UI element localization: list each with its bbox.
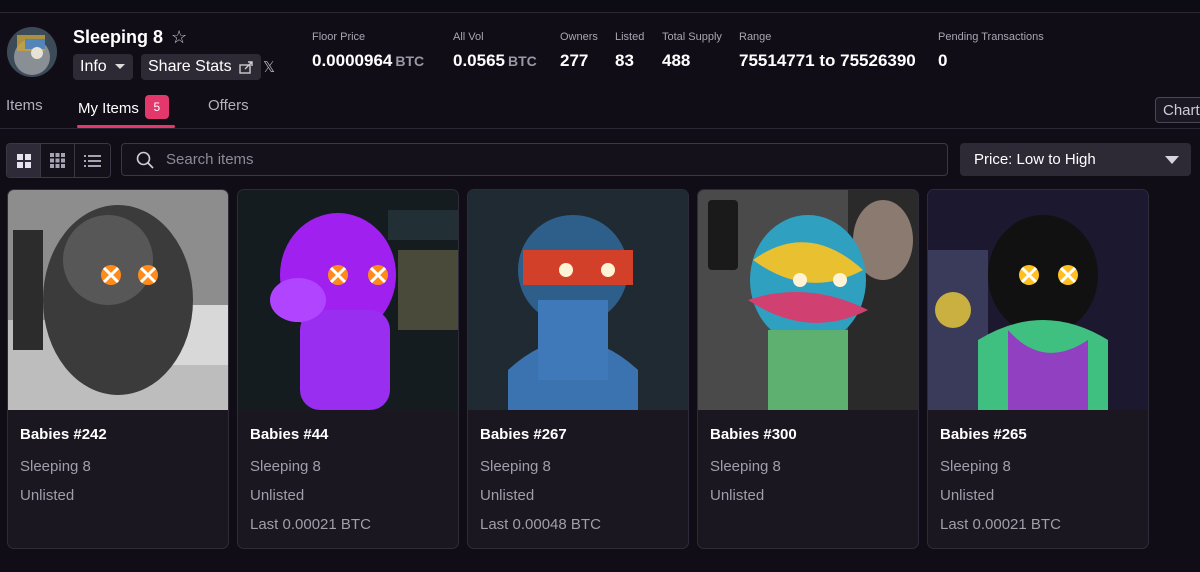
item-image (238, 190, 458, 410)
stat-value: 277 (560, 51, 589, 70)
item-card[interactable]: Babies #300 Sleeping 8 Unlisted (697, 189, 919, 549)
item-last-price: Last 0.00021 BTC (250, 516, 371, 533)
item-name: Babies #300 (710, 426, 797, 443)
tab-offers[interactable]: Offers (208, 97, 249, 114)
stat-all-vol: All Vol 0.0565 BTC (453, 31, 537, 71)
item-status: Unlisted (480, 487, 535, 504)
stat-label: Pending Transactions (938, 31, 1044, 43)
stat-label: All Vol (453, 31, 484, 43)
grid-large-view-button[interactable] (7, 144, 41, 177)
item-collection: Sleeping 8 (250, 458, 321, 475)
search-icon (136, 151, 154, 169)
stat-unit: BTC (508, 53, 537, 69)
count-badge: 5 (144, 95, 169, 119)
collection-name: Sleeping 8 (73, 27, 164, 47)
stat-owners: Owners 277 (560, 31, 598, 71)
stat-listed: Listed 83 (615, 31, 644, 71)
item-last-price: Last 0.00021 BTC (940, 516, 1061, 533)
info-button[interactable]: Info (73, 54, 133, 80)
item-collection: Sleeping 8 (940, 458, 1011, 475)
view-toggle-group (6, 143, 111, 178)
grid-small-icon (50, 153, 65, 168)
tab-items[interactable]: Items (6, 97, 43, 114)
stat-value: 75514771 to 75526390 (739, 51, 916, 70)
item-status: Unlisted (710, 487, 765, 504)
search-input[interactable] (164, 150, 928, 169)
grid-large-icon (16, 153, 31, 168)
chevron-down-icon (114, 64, 125, 69)
list-icon (83, 154, 101, 167)
share-stats-label: Share Stats (148, 58, 232, 75)
stat-pending-transactions: Pending Transactions 0 (938, 31, 1044, 71)
stat-value: 83 (615, 51, 634, 70)
item-card[interactable]: Babies #265 Sleeping 8 Unlisted Last 0.0… (927, 189, 1149, 549)
stat-label: Listed (615, 31, 645, 43)
stat-label: Floor Price (312, 31, 366, 43)
stat-value: 0.0000964 (312, 51, 393, 70)
item-collection: Sleeping 8 (480, 458, 551, 475)
item-last-price: Last 0.00048 BTC (480, 516, 601, 533)
item-image (928, 190, 1148, 410)
list-view-button[interactable] (75, 144, 109, 177)
item-card[interactable]: Babies #44 Sleeping 8 Unlisted Last 0.00… (237, 189, 459, 549)
item-name: Babies #44 (250, 426, 329, 443)
stat-label: Owners (560, 31, 598, 43)
sort-selected-label: Price: Low to High (974, 151, 1096, 168)
item-collection: Sleeping 8 (710, 458, 781, 475)
stat-range: Range 75514771 to 75526390 (739, 31, 916, 71)
stat-value: 488 (662, 51, 691, 70)
item-collection: Sleeping 8 (20, 458, 91, 475)
item-name: Babies #242 (20, 426, 107, 443)
item-name: Babies #265 (940, 426, 1027, 443)
stat-unit: BTC (395, 53, 425, 69)
stat-label: Range (739, 31, 772, 43)
info-button-label: Info (80, 58, 107, 75)
stat-label: Total Supply (662, 31, 722, 43)
share-icon (238, 60, 253, 74)
favorite-star-icon[interactable]: ☆ (171, 27, 187, 48)
item-image (8, 190, 228, 410)
item-status: Unlisted (250, 487, 305, 504)
tab-my-items[interactable]: My Items 5 (78, 95, 169, 121)
item-status: Unlisted (940, 487, 995, 504)
item-image (698, 190, 918, 410)
grid-small-view-button[interactable] (41, 144, 75, 177)
stat-floor-price: Floor Price 0.0000964 BTC (312, 31, 424, 71)
top-bar (0, 0, 1200, 13)
collection-title: Sleeping 8 ☆ (73, 27, 187, 48)
caret-down-icon (1165, 155, 1179, 164)
search-box (121, 143, 948, 176)
x-twitter-icon[interactable]: 𝕏 (263, 58, 275, 76)
sort-select[interactable]: Price: Low to High (960, 143, 1191, 176)
stat-value: 0 (938, 51, 948, 70)
item-image (468, 190, 688, 410)
tab-label: My Items (78, 99, 139, 117)
share-stats-button[interactable]: Share Stats (141, 54, 261, 80)
item-name: Babies #267 (480, 426, 567, 443)
item-card[interactable]: Babies #242 Sleeping 8 Unlisted (7, 189, 229, 549)
item-status: Unlisted (20, 487, 75, 504)
stat-total-supply: Total Supply 488 (662, 31, 722, 71)
chart-button[interactable]: Chart (1155, 97, 1200, 123)
stat-value: 0.0565 (453, 51, 505, 70)
divider (0, 128, 1200, 129)
collection-avatar (7, 27, 57, 77)
item-card[interactable]: Babies #267 Sleeping 8 Unlisted Last 0.0… (467, 189, 689, 549)
